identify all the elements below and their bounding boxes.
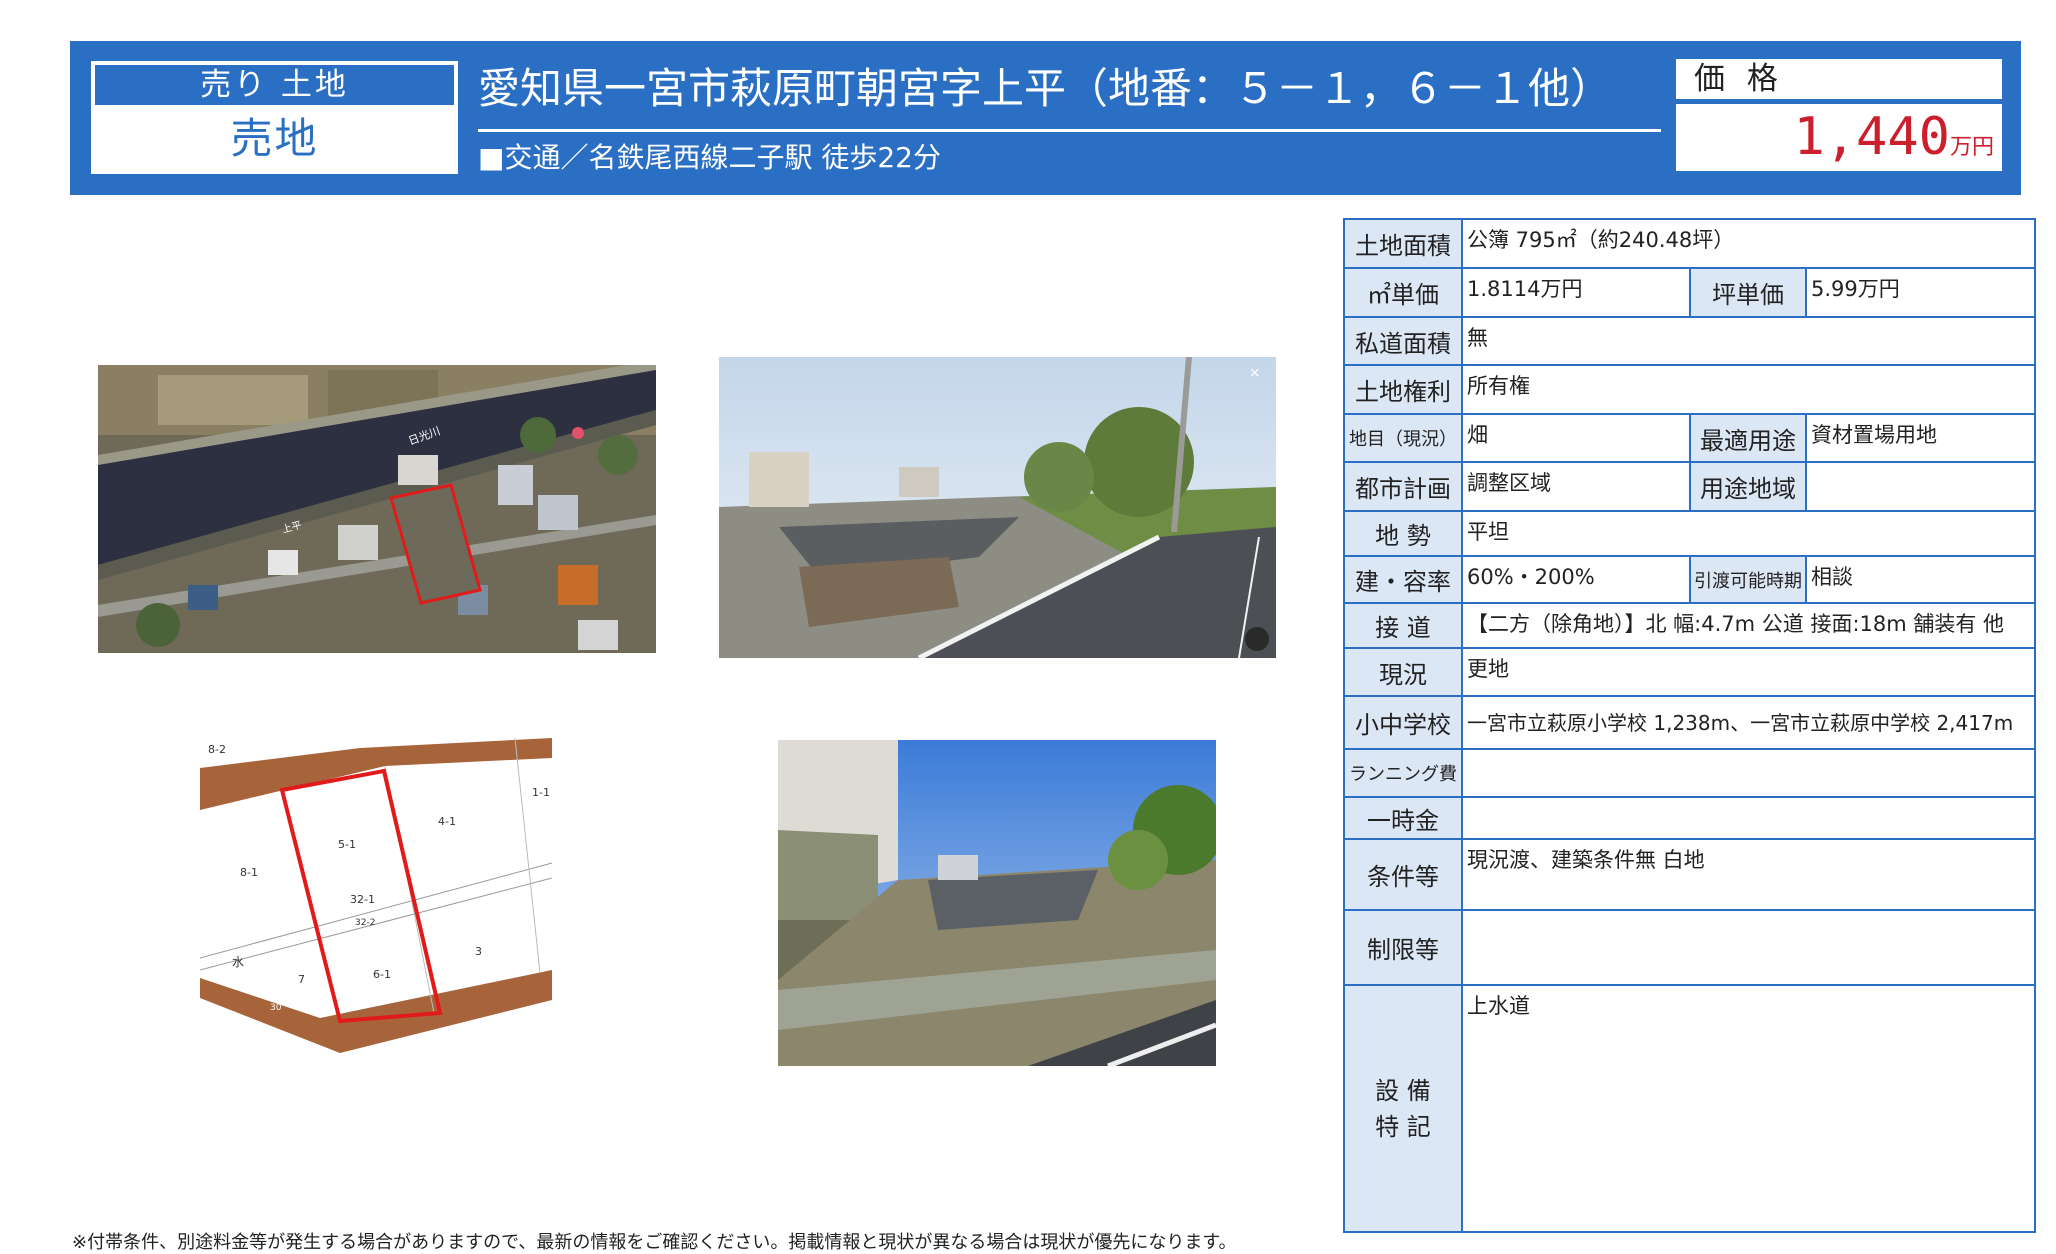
- facilities-value: 上水道: [1467, 994, 1530, 1018]
- svg-text:×: ×: [1249, 365, 1261, 381]
- land-area-label: 土地面積: [1345, 220, 1463, 267]
- row-land-right: 土地権利 所有権: [1345, 366, 2034, 415]
- lump-sum-value: [1467, 798, 2030, 838]
- row-unit-price: ㎡単価 1.8114万円 坪単価 5.99万円: [1345, 269, 2034, 318]
- row-school: 小中学校 一宮市立萩原小学校 1,238m、一宮市立萩原中学校 2,417m: [1345, 697, 2034, 750]
- row-running-cost: ランニング費: [1345, 750, 2034, 798]
- row-land-area: 土地面積 公簿 795㎡（約240.48坪）: [1345, 220, 2034, 269]
- private-road-label: 私道面積: [1345, 318, 1463, 364]
- plat-label-30: 30: [270, 1003, 282, 1013]
- aerial-map-image: 日光川 上平: [98, 365, 656, 653]
- status-value: 更地: [1467, 657, 1509, 681]
- spec-table: 土地面積 公簿 795㎡（約240.48坪） ㎡単価 1.8114万円 坪単価 …: [1343, 218, 2036, 1233]
- plat-label-8-1: 8-1: [240, 866, 258, 879]
- coverage-value: 60%・200%: [1467, 565, 1595, 589]
- plat-map-image: 8-2 1-1 5-1 4-1 8-1 32-1 32-2 3 7 6-1 水 …: [200, 738, 552, 1053]
- terrain-label: 地 勢: [1345, 512, 1463, 555]
- row-land-category: 地目（現況） 畑 最適用途 資材置場用地: [1345, 415, 2034, 463]
- sqm-price-value: 1.8114万円: [1467, 277, 1583, 301]
- plat-label-6-1: 6-1: [373, 968, 391, 981]
- use-zone-label: 用途地域: [1689, 463, 1807, 510]
- row-terrain: 地 勢 平坦: [1345, 512, 2034, 557]
- row-road: 接 道 【二方（除角地）】北 幅:4.7m 公道 接面:18m 舗装有 他: [1345, 604, 2034, 649]
- category-box: 売り 土地 売地: [91, 61, 458, 174]
- land-category-value: 畑: [1467, 423, 1488, 447]
- running-cost-label: ランニング費: [1345, 750, 1463, 796]
- land-right-value: 所有権: [1467, 374, 1530, 398]
- price-unit: 万円: [1949, 135, 1994, 160]
- plat-label-32-2: 32-2: [355, 918, 375, 928]
- land-area-value: 公簿 795㎡（約240.48坪）: [1467, 228, 1735, 252]
- city-plan-value: 調整区域: [1467, 471, 1551, 495]
- category-type: 売り 土地: [95, 65, 454, 105]
- row-facilities: 設 備 特 記 上水道: [1345, 986, 2034, 1231]
- land-right-label: 土地権利: [1345, 366, 1463, 413]
- price-value: 1,440: [1793, 107, 1950, 167]
- plat-label-8-2: 8-2: [208, 743, 226, 756]
- row-private-road: 私道面積 無: [1345, 318, 2034, 366]
- site-photo: [778, 740, 1216, 1066]
- restrictions-label: 制限等: [1345, 911, 1463, 984]
- traffic-info: ■交通／名鉄尾西線二子駅 徒歩22分: [478, 141, 941, 174]
- address-divider: [478, 129, 1661, 132]
- road-label: 接 道: [1345, 604, 1463, 647]
- footnote: ※付帯条件、別途料金等が発生する場合がありますので、最新の情報をご確認ください。…: [72, 1232, 1237, 1253]
- plat-label-3: 3: [475, 945, 482, 958]
- plat-label-32-1: 32-1: [350, 893, 375, 906]
- private-road-value: 無: [1467, 326, 1488, 350]
- road-value: 【二方（除角地）】北 幅:4.7m 公道 接面:18m 舗装有 他: [1467, 612, 2005, 636]
- row-conditions: 条件等 現況渡、建築条件無 白地: [1345, 840, 2034, 911]
- price-box: 1,440万円: [1676, 104, 2002, 171]
- facilities-label: 設 備 特 記: [1345, 986, 1463, 1231]
- category-main: 売地: [230, 114, 319, 163]
- plat-label-1-1: 1-1: [532, 786, 550, 799]
- plat-label-water: 水: [232, 955, 244, 969]
- plat-label-4-1: 4-1: [438, 815, 456, 828]
- conditions-label: 条件等: [1345, 840, 1463, 909]
- sqm-price-label: ㎡単価: [1345, 269, 1463, 316]
- school-label: 小中学校: [1345, 697, 1463, 748]
- property-address: 愛知県一宮市萩原町朝宮字上平（地番：５－１，６－１他）: [478, 64, 1613, 113]
- city-plan-label: 都市計画: [1345, 463, 1463, 510]
- row-lump-sum: 一時金: [1345, 798, 2034, 840]
- row-coverage: 建・容率 60%・200% 引渡可能時期 相談: [1345, 557, 2034, 604]
- conditions-value: 現況渡、建築条件無 白地: [1467, 848, 1705, 872]
- use-zone-value: [1811, 463, 2030, 510]
- street-view-photo: ×: [719, 357, 1276, 658]
- land-category-label: 地目（現況）: [1345, 415, 1463, 461]
- plat-label-5-1: 5-1: [338, 838, 356, 851]
- plat-label-7: 7: [298, 973, 305, 986]
- school-value: 一宮市立萩原小学校 1,238m、一宮市立萩原中学校 2,417m: [1467, 711, 2014, 735]
- handover-label: 引渡可能時期: [1689, 557, 1807, 602]
- coverage-label: 建・容率: [1345, 557, 1463, 602]
- tsubo-price-value: 5.99万円: [1811, 277, 1900, 301]
- best-use-value: 資材置場用地: [1811, 423, 1937, 447]
- row-restrictions: 制限等: [1345, 911, 2034, 986]
- header-banner: 売り 土地 売地 愛知県一宮市萩原町朝宮字上平（地番：５－１，６－１他） ■交通…: [70, 41, 2021, 195]
- terrain-value: 平坦: [1467, 520, 1509, 544]
- handover-value: 相談: [1811, 565, 1853, 589]
- price-label: 価 格: [1676, 59, 2002, 99]
- restrictions-value: [1467, 911, 2030, 984]
- lump-sum-label: 一時金: [1345, 798, 1463, 838]
- best-use-label: 最適用途: [1689, 415, 1807, 461]
- tsubo-price-label: 坪単価: [1689, 269, 1807, 316]
- row-city-plan: 都市計画 調整区域 用途地域: [1345, 463, 2034, 512]
- running-cost-value: [1467, 750, 2030, 796]
- status-label: 現況: [1345, 649, 1463, 695]
- row-status: 現況 更地: [1345, 649, 2034, 697]
